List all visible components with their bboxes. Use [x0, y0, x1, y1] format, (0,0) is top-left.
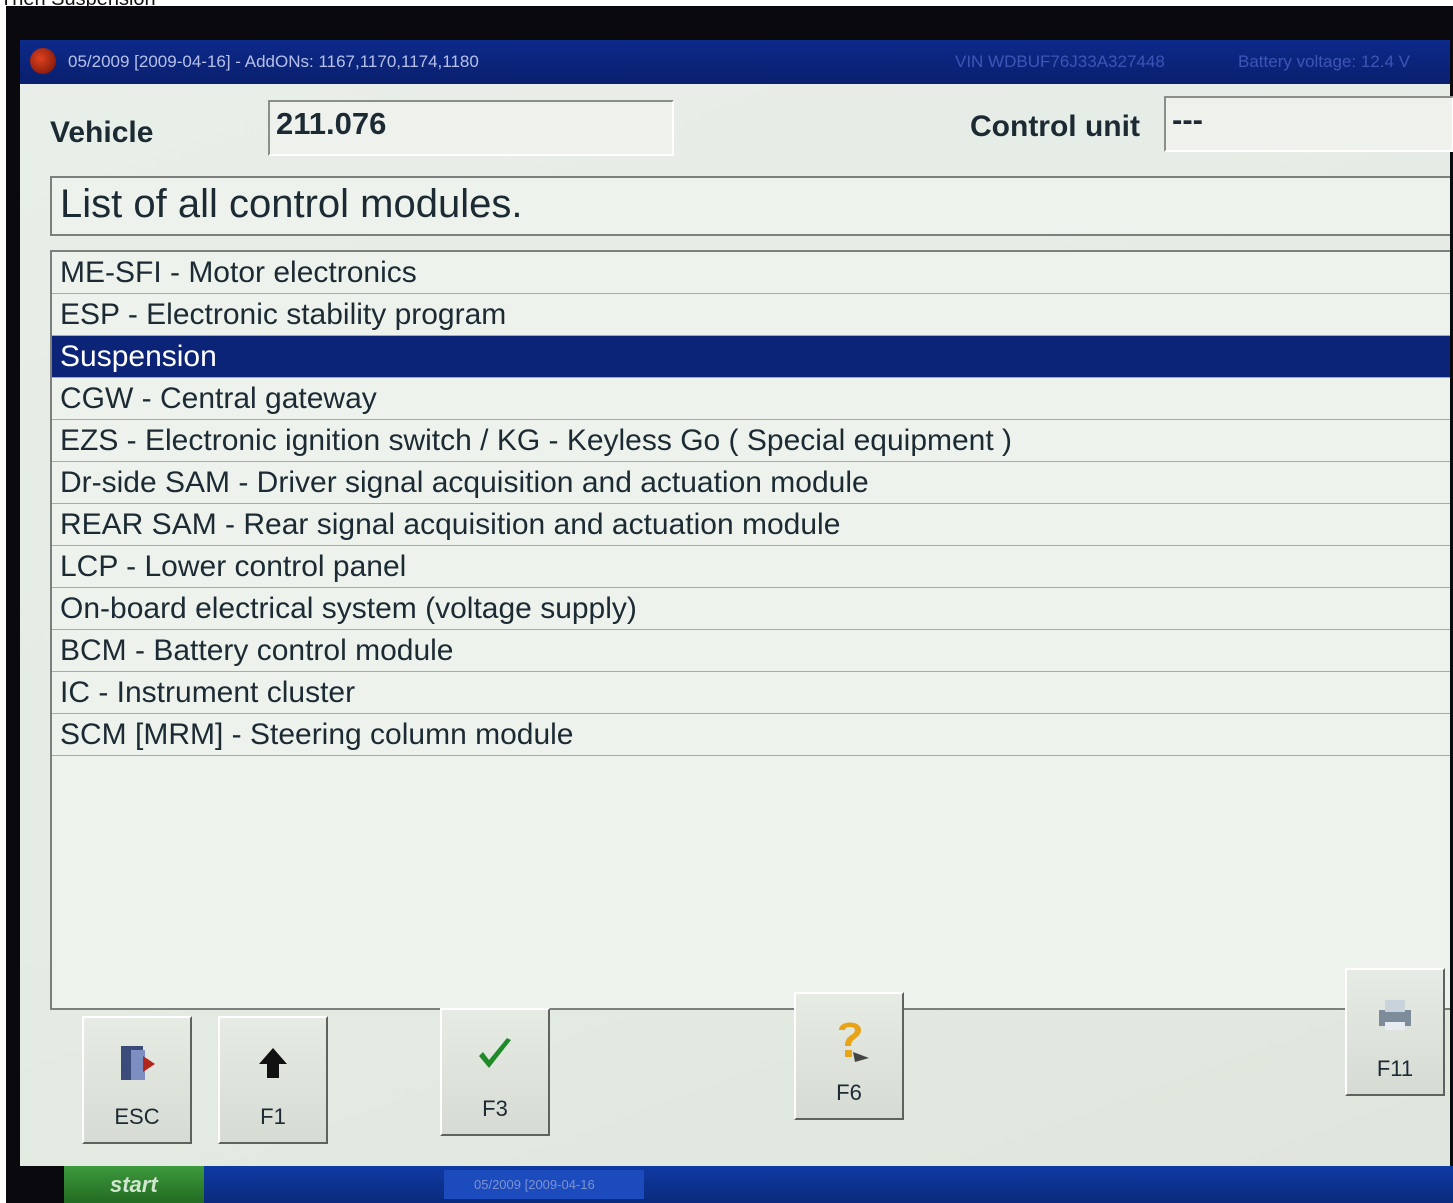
control-unit-field: ---	[1164, 96, 1453, 152]
esc-button[interactable]: ESC	[82, 1016, 192, 1144]
window-titlebar: 05/2009 [2009-04-16] - AddONs: 1167,1170…	[20, 40, 1450, 84]
f6-help-button[interactable]: F6	[794, 992, 904, 1120]
list-item[interactable]: EZS - Electronic ignition switch / KG - …	[52, 420, 1450, 462]
f1-up-button[interactable]: F1	[218, 1016, 328, 1144]
control-module-list: ME-SFI - Motor electronics ESP - Electro…	[50, 250, 1450, 1010]
help-question-icon	[796, 1014, 902, 1074]
app-icon	[30, 48, 56, 74]
f6-key-label: F6	[836, 1080, 862, 1105]
control-unit-label: Control unit	[970, 110, 1140, 143]
printer-icon	[1347, 990, 1443, 1050]
vehicle-field: 211.076	[268, 100, 674, 156]
esc-key-label: ESC	[114, 1104, 160, 1129]
list-item[interactable]: IC - Instrument cluster	[52, 672, 1450, 714]
list-item-selected[interactable]: Suspension	[52, 336, 1450, 378]
list-item[interactable]: BCM - Battery control module	[52, 630, 1450, 672]
list-item[interactable]: Dr-side SAM - Driver signal acquisition …	[52, 462, 1450, 504]
window-title: 05/2009 [2009-04-16] - AddONs: 1167,1170…	[68, 52, 479, 71]
f3-key-label: F3	[482, 1096, 508, 1121]
f11-print-button[interactable]: F11	[1345, 968, 1445, 1096]
f11-key-label: F11	[1376, 1056, 1414, 1081]
page-title: List of all control modules.	[50, 176, 1450, 236]
windows-taskbar: start 05/2009 [2009-04-16	[64, 1166, 1453, 1203]
f1-key-label: F1	[260, 1104, 286, 1129]
checkmark-icon	[442, 1030, 548, 1090]
list-item[interactable]: SCM [MRM] - Steering column module	[52, 714, 1450, 756]
start-button[interactable]: start	[64, 1166, 204, 1203]
arrow-up-icon	[220, 1038, 326, 1098]
list-item[interactable]: CGW - Central gateway	[52, 378, 1450, 420]
vehicle-label: Vehicle	[50, 116, 154, 149]
list-item[interactable]: LCP - Lower control panel	[52, 546, 1450, 588]
application-window: Vehicle 211.076 Control unit --- List of…	[20, 84, 1453, 1166]
battery-voltage-readout: Battery voltage: 12.4 V	[1238, 52, 1410, 71]
vin-readout: VIN WDBUF76J33A327448	[955, 52, 1165, 71]
list-item[interactable]: ME-SFI - Motor electronics	[52, 252, 1450, 294]
monitor-screen: 05/2009 [2009-04-16] - AddONs: 1167,1170…	[6, 6, 1453, 1203]
taskbar-window-item[interactable]: 05/2009 [2009-04-16	[444, 1170, 644, 1199]
exit-door-icon	[84, 1038, 190, 1098]
list-item[interactable]: ESP - Electronic stability program	[52, 294, 1450, 336]
list-item[interactable]: REAR SAM - Rear signal acquisition and a…	[52, 504, 1450, 546]
list-item[interactable]: On-board electrical system (voltage supp…	[52, 588, 1450, 630]
f3-confirm-button[interactable]: F3	[440, 1008, 550, 1136]
